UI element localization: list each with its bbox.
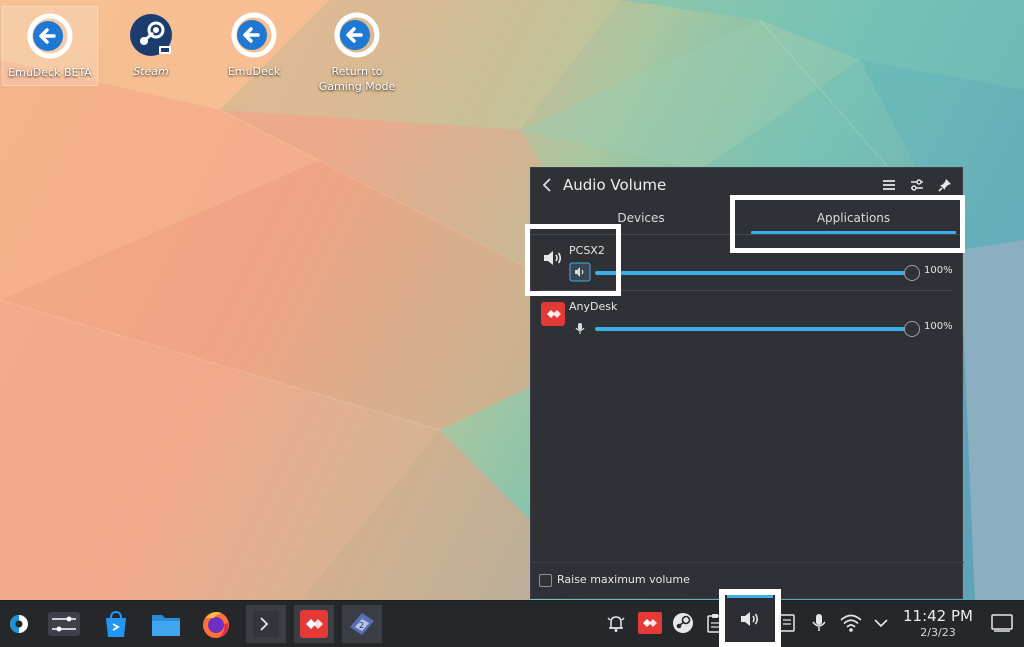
tab-devices[interactable]: Devices bbox=[531, 204, 751, 234]
back-chevron-icon[interactable] bbox=[541, 177, 553, 193]
configure-icon[interactable] bbox=[909, 177, 925, 193]
menu-icon[interactable] bbox=[881, 177, 897, 193]
steam-tray-icon[interactable] bbox=[670, 609, 696, 637]
tab-applications[interactable]: Applications bbox=[751, 204, 956, 234]
tab-bar: Devices Applications bbox=[531, 204, 964, 236]
panel-header: Audio Volume bbox=[531, 168, 964, 202]
panel-title: Audio Volume bbox=[563, 176, 667, 194]
app-name: PCSX2 bbox=[569, 244, 605, 257]
clock-time[interactable]: 11:42 PM bbox=[900, 607, 976, 625]
desktop-icon-return-to-gaming-mode[interactable]: Return to Gaming Mode bbox=[309, 6, 405, 93]
anydesk-icon bbox=[541, 302, 565, 326]
pin-icon[interactable] bbox=[937, 177, 953, 193]
desktop-icon-steam[interactable]: Steam bbox=[103, 6, 199, 86]
emudeck-arrow-icon bbox=[27, 13, 73, 59]
show-desktop-icon[interactable] bbox=[988, 609, 1016, 637]
volume-tray-background bbox=[725, 595, 775, 642]
svg-text:2: 2 bbox=[359, 621, 364, 630]
app-name: AnyDesk bbox=[569, 300, 618, 313]
system-settings-icon[interactable] bbox=[44, 605, 84, 643]
microphone-icon[interactable] bbox=[569, 318, 591, 338]
volume-slider-handle[interactable] bbox=[904, 265, 920, 281]
speaker-icon bbox=[541, 246, 565, 270]
desktop-icon-emudeck[interactable]: EmuDeck bbox=[206, 6, 302, 86]
taskbar: 2 11:42 PM 2/3/23 bbox=[0, 589, 1024, 647]
audio-volume-panel: Audio Volume Devices Applications PCSX2 … bbox=[530, 167, 964, 599]
firefox-icon[interactable] bbox=[196, 605, 236, 643]
app-row-pcsx2: PCSX2 100% bbox=[531, 240, 964, 296]
expand-tray-chevron-icon[interactable] bbox=[868, 609, 894, 637]
app-row-anydesk: AnyDesk 100% bbox=[531, 296, 964, 352]
raise-maximum-volume-label: Raise maximum volume bbox=[557, 573, 690, 586]
desktop-icon-label: EmuDeck bbox=[227, 65, 281, 78]
highlight-volume-tray bbox=[719, 589, 781, 647]
discover-store-icon[interactable] bbox=[96, 605, 136, 643]
clock-date[interactable]: 2/3/23 bbox=[900, 626, 976, 639]
emudeck-arrow-icon bbox=[231, 12, 277, 58]
desktop-icon-emudeck-beta[interactable]: EmuDeck BETA bbox=[2, 6, 98, 86]
mute-toggle-speaker-icon[interactable] bbox=[569, 262, 591, 282]
volume-slider-track[interactable] bbox=[595, 271, 913, 275]
volume-slider-track[interactable] bbox=[595, 327, 913, 331]
steam-icon bbox=[128, 12, 174, 58]
desktop-icon-label: Steam bbox=[133, 65, 169, 78]
desktop-icon-label: EmuDeck BETA bbox=[8, 66, 92, 79]
anydesk-taskbar-icon[interactable] bbox=[294, 605, 334, 643]
desktop-icon-label: Return to Gaming Mode bbox=[318, 65, 396, 93]
emulator-icon[interactable]: 2 bbox=[342, 605, 382, 643]
volume-tray-icon[interactable] bbox=[738, 607, 762, 635]
row-divider bbox=[541, 290, 953, 291]
volume-slider-handle[interactable] bbox=[904, 321, 920, 337]
microphone-tray-icon[interactable] bbox=[806, 609, 832, 637]
return-arrow-icon bbox=[334, 12, 380, 58]
app-launcher-icon[interactable] bbox=[2, 605, 36, 643]
wifi-icon[interactable] bbox=[838, 609, 864, 637]
storage-icon[interactable] bbox=[774, 609, 800, 637]
konsole-icon[interactable] bbox=[246, 605, 286, 643]
tab-applications-label: Applications bbox=[816, 211, 891, 225]
file-manager-icon[interactable] bbox=[146, 605, 186, 643]
raise-maximum-volume-checkbox[interactable] bbox=[539, 574, 552, 587]
notifications-bell-icon[interactable] bbox=[603, 609, 629, 637]
volume-value: 100% bbox=[924, 321, 953, 332]
anydesk-tray-icon[interactable] bbox=[637, 609, 663, 637]
tabs-divider bbox=[531, 234, 964, 235]
volume-value: 100% bbox=[924, 265, 953, 276]
active-indicator bbox=[727, 595, 773, 598]
